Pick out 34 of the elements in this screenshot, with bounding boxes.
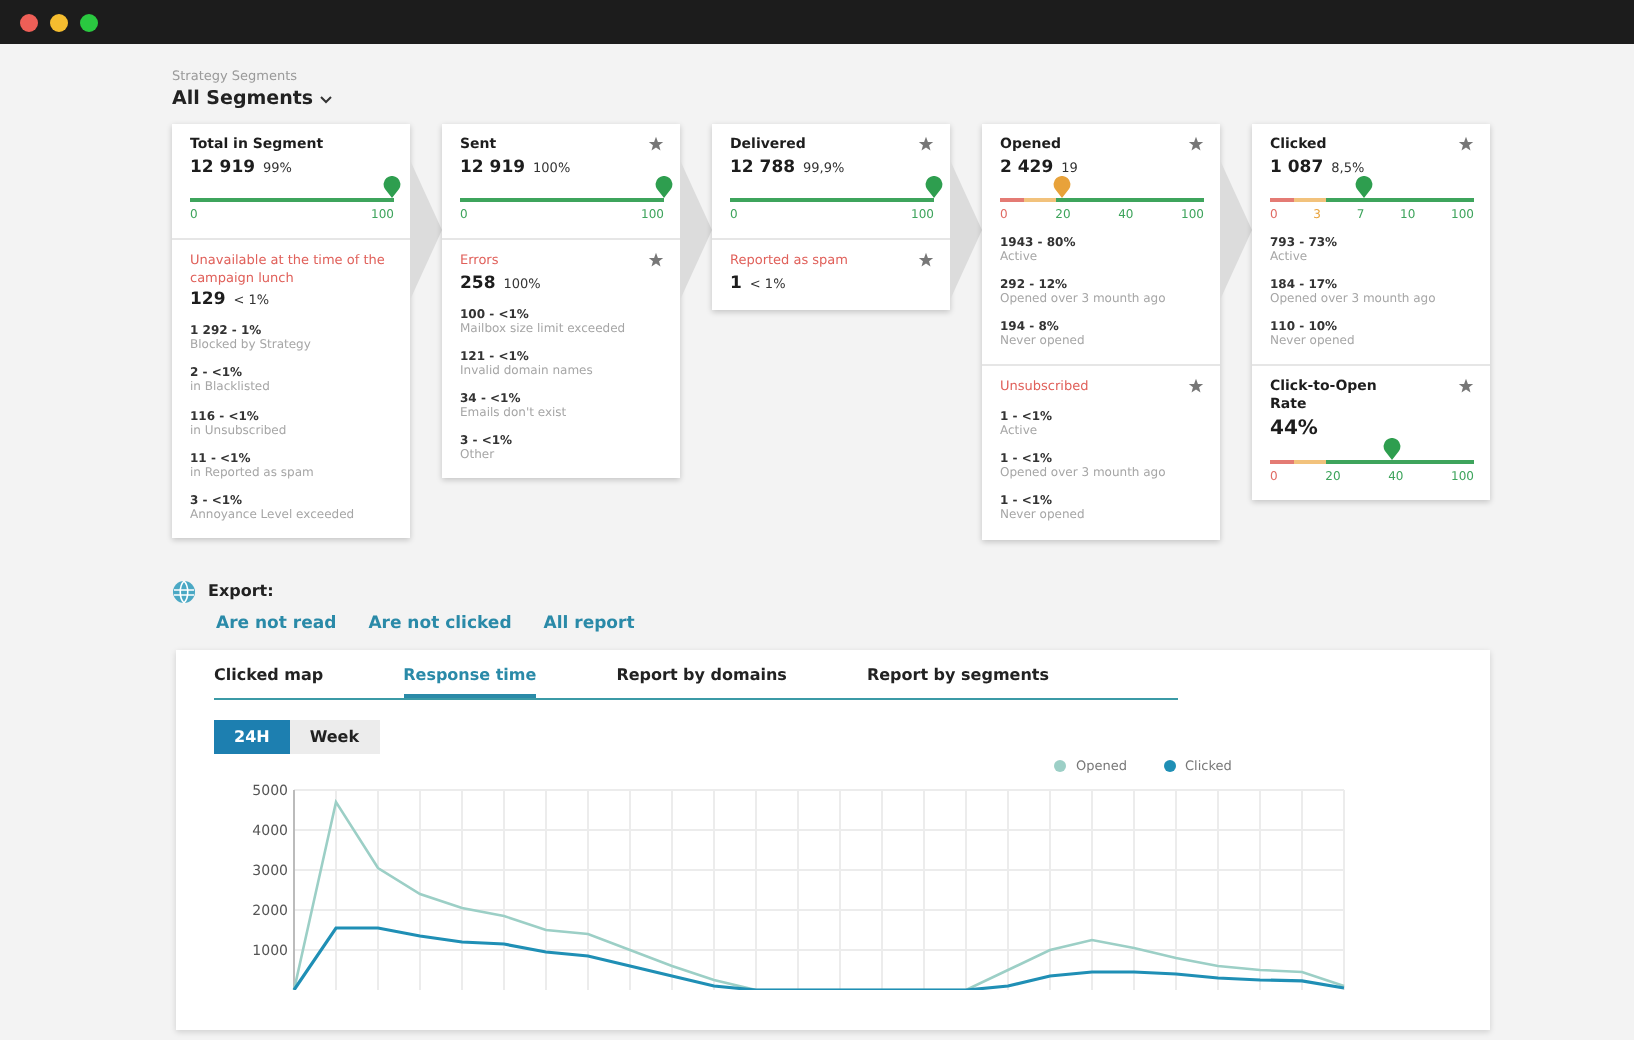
export-link[interactable]: Are not read (216, 613, 337, 634)
card-value: 12 919 (190, 157, 256, 178)
report-tab[interactable]: Report by domains (616, 665, 787, 698)
minimize-dot[interactable] (50, 13, 68, 31)
star-icon[interactable] (1458, 378, 1474, 395)
star-icon[interactable] (918, 136, 934, 152)
range-toggle[interactable]: 24H (214, 719, 290, 754)
globe-icon (172, 579, 196, 604)
export-label: Export: (208, 582, 274, 601)
section-value: 1 (730, 273, 742, 294)
star-icon[interactable] (1188, 378, 1204, 395)
range-toggle[interactable]: Week (289, 719, 380, 754)
maximize-dot[interactable] (80, 13, 98, 31)
chevron-down-icon (319, 95, 332, 103)
section-value: 258 (460, 273, 496, 294)
funnel-arrow (1220, 160, 1252, 300)
card-value: 1 087 (1270, 157, 1324, 178)
report-tab[interactable]: Clicked map (214, 665, 324, 698)
segment-selector[interactable]: All Segments (172, 88, 332, 110)
card-value: 12 788 (730, 157, 796, 178)
export-link[interactable]: All report (543, 613, 635, 634)
star-icon[interactable] (648, 136, 664, 152)
export-link[interactable]: Are not clicked (368, 613, 512, 634)
card-value: 12 919 (460, 157, 526, 178)
star-icon[interactable] (1188, 136, 1204, 152)
report-tab[interactable]: Report by segments (866, 665, 1049, 698)
section-value: 129 (190, 290, 226, 311)
section-value: 44% (1270, 417, 1318, 440)
close-dot[interactable] (20, 13, 38, 31)
star-icon[interactable] (918, 251, 934, 268)
star-icon[interactable] (1458, 136, 1474, 152)
report-tab[interactable]: Response time (403, 665, 537, 698)
card-value: 2 429 (1000, 157, 1054, 178)
star-icon[interactable] (648, 251, 664, 268)
